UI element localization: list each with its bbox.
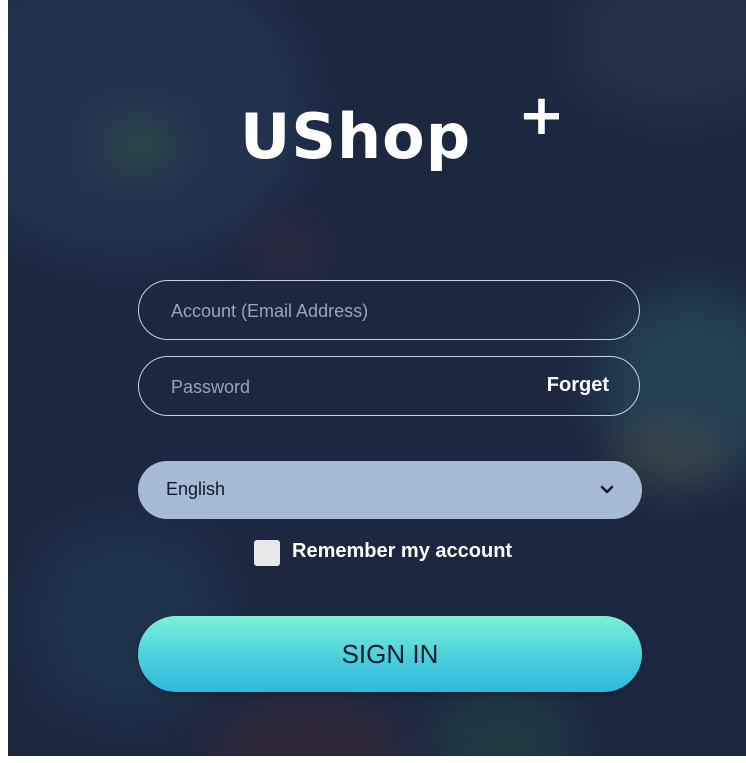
forget-password-link[interactable]: Forget [547, 374, 609, 397]
ushop-logo: UShop + [240, 88, 565, 196]
language-select[interactable]: English [138, 461, 642, 519]
password-field[interactable]: Forget [138, 356, 640, 417]
sign-in-button[interactable]: SIGN IN [138, 616, 642, 692]
account-input[interactable] [169, 281, 533, 341]
chevron-down-icon [600, 485, 614, 494]
login-screen: UShop + Forget English Remember my accou… [8, 0, 746, 756]
password-input[interactable] [169, 357, 533, 417]
remember-checkbox[interactable] [254, 540, 280, 566]
logo-plus-mark: + [518, 83, 565, 148]
remember-label: Remember my account [292, 540, 513, 562]
logo-wordmark: UShop [240, 100, 472, 173]
account-field[interactable] [138, 280, 640, 341]
language-selected-value: English [166, 479, 226, 499]
